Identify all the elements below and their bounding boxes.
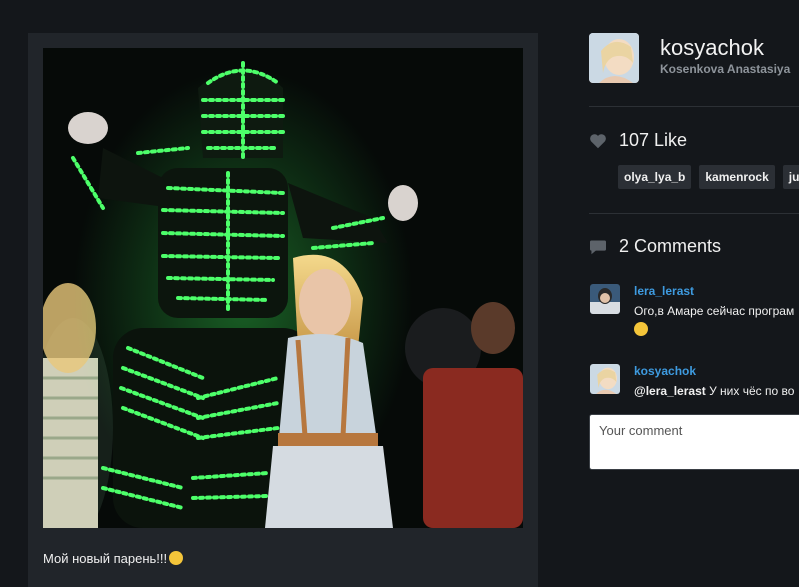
likes-count: 107 Like <box>619 130 688 150</box>
liker-tag[interactable]: olya_lya_b <box>618 165 692 189</box>
post-card: Мой новый парень!!! <box>28 33 538 587</box>
likers-list: olya_lya_b kamenrock juli <box>618 165 799 189</box>
profile-full-name: Kosenkova Anastasiya <box>660 62 791 76</box>
comment-username[interactable]: lera_lerast <box>634 284 694 298</box>
comment-username[interactable]: kosyachok <box>634 364 696 378</box>
comment-body: У них чёс по во <box>705 384 795 398</box>
profile-username[interactable]: kosyachok <box>660 35 764 61</box>
commenter-avatar-image <box>590 284 620 314</box>
commenter-avatar-image <box>590 364 620 394</box>
commenter-avatar[interactable] <box>590 364 620 394</box>
liker-tag[interactable]: kamenrock <box>699 165 775 189</box>
comment-input[interactable] <box>589 414 799 470</box>
divider <box>589 213 799 214</box>
divider <box>589 106 799 107</box>
speech-bubble-icon <box>590 239 606 254</box>
avatar-image <box>589 33 639 83</box>
likes-row: 107 Like <box>589 130 687 151</box>
page: Мой новый парень!!! kosyachok Kosenkova … <box>0 0 799 587</box>
comment-mention[interactable]: @lera_lerast <box>634 384 706 398</box>
comments-header: 2 Comments <box>589 236 721 257</box>
comment-text: Ого,в Амаре сейчас програм <box>634 304 795 318</box>
comment-text: @lera_lerast У них чёс по во <box>634 384 794 398</box>
post-photo[interactable] <box>43 48 523 528</box>
commenter-avatar[interactable] <box>590 284 620 314</box>
post-photo-image <box>43 48 523 528</box>
smiling-emoji-icon <box>634 322 648 336</box>
grinning-tongue-emoji-icon <box>169 551 184 565</box>
heart-icon[interactable] <box>589 133 607 149</box>
post-caption: Мой новый парень!!! <box>43 551 184 566</box>
profile-avatar[interactable] <box>589 33 639 83</box>
liker-tag[interactable]: juli <box>782 165 799 189</box>
comments-count: 2 Comments <box>619 236 722 256</box>
caption-text: Мой новый парень!!! <box>43 551 168 566</box>
